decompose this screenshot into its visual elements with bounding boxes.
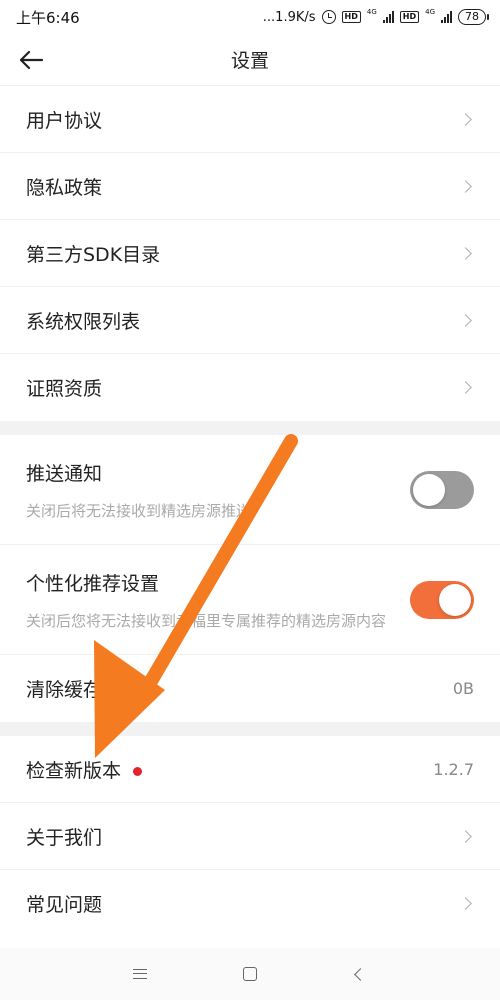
battery-icon: 78 — [458, 9, 489, 25]
chevron-right-icon — [459, 897, 472, 910]
row-privacy-policy[interactable]: 隐私政策 — [0, 153, 500, 220]
net-type: 4G — [366, 8, 377, 16]
new-version-dot — [133, 766, 143, 776]
chevron-right-icon — [459, 246, 472, 260]
row-text: 推送通知 关闭后将无法接收到精选房源推送 — [26, 459, 251, 521]
row-push-notifications: 推送通知 关闭后将无法接收到精选房源推送 — [0, 435, 500, 545]
section-divider — [0, 722, 500, 736]
row-faq[interactable]: 常见问题 — [0, 870, 500, 937]
chevron-right-icon — [459, 381, 472, 394]
hd-badge: HD — [341, 11, 361, 23]
check-update-label: 检查新版本 — [26, 759, 122, 782]
row-text: 个性化推荐设置 关闭后您将无法接收到幸福里专属推荐的精选房源内容 — [26, 569, 386, 631]
row-system-permissions[interactable]: 系统权限列表 — [0, 287, 500, 354]
status-icons: ...1.9K/s HD 4G HD 4G 78 — [262, 8, 489, 25]
section-divider — [0, 421, 500, 435]
row-label: 第三方SDK目录 — [26, 243, 161, 266]
signal-icon — [382, 11, 394, 23]
push-toggle[interactable] — [410, 470, 474, 509]
row-label: 关于我们 — [26, 826, 103, 849]
alarm-icon — [321, 10, 336, 24]
chevron-right-icon — [459, 179, 472, 193]
hd-badge-2: HD — [399, 11, 420, 23]
row-label: 常见问题 — [26, 894, 103, 916]
settings-group-legal: 用户协议 隐私政策 第三方SDK目录 系统权限列表 证照资质 — [0, 86, 500, 421]
row-user-agreement[interactable]: 用户协议 — [0, 86, 500, 153]
menu-key[interactable] — [125, 959, 155, 989]
network-speed: ...1.9K/s — [262, 9, 316, 25]
cache-size: 0B — [452, 679, 474, 698]
row-label: 清除缓存 — [26, 679, 103, 701]
signal-icon-2 — [441, 11, 452, 23]
row-clear-cache[interactable]: 清除缓存 0B — [0, 655, 500, 722]
back-icon — [353, 967, 367, 981]
system-nav-bar — [0, 948, 500, 1000]
row-description: 关闭后您将无法接收到幸福里专属推荐的精选房源内容 — [26, 611, 387, 630]
chevron-right-icon — [459, 313, 472, 327]
home-icon — [243, 967, 257, 981]
back-button[interactable] — [16, 46, 46, 74]
chevron-right-icon — [459, 829, 472, 843]
menu-icon — [133, 969, 147, 979]
row-label: 证照资质 — [26, 378, 103, 400]
row-personalized-recommendation: 个性化推荐设置 关闭后您将无法接收到幸福里专属推荐的精选房源内容 — [0, 545, 500, 655]
version-number: 1.2.7 — [433, 759, 474, 779]
row-third-party-sdk[interactable]: 第三方SDK目录 — [0, 220, 500, 287]
row-label: 隐私政策 — [26, 176, 103, 199]
row-about-us[interactable]: 关于我们 — [0, 803, 500, 870]
home-key[interactable] — [235, 959, 265, 989]
toggle-knob — [413, 473, 445, 506]
personalize-toggle[interactable] — [410, 580, 474, 619]
row-label: 系统权限列表 — [26, 310, 141, 333]
row-check-update[interactable]: 检查新版本 1.2.7 — [0, 736, 500, 803]
nav-bar: 设置 — [0, 34, 500, 86]
page-title: 设置 — [230, 50, 269, 72]
row-label: 推送通知 — [26, 462, 103, 485]
row-label: 个性化推荐设置 — [26, 572, 160, 595]
status-bar: 上午6:46 ...1.9K/s HD 4G HD 4G 78 — [0, 0, 500, 34]
chevron-right-icon — [459, 112, 472, 126]
row-licenses[interactable]: 证照资质 — [0, 354, 500, 421]
row-label: 用户协议 — [26, 109, 103, 132]
toggle-knob — [439, 583, 471, 616]
row-description: 关闭后将无法接收到精选房源推送 — [26, 501, 252, 520]
settings-group-about: 检查新版本 1.2.7 关于我们 常见问题 — [0, 736, 500, 937]
back-arrow-icon — [19, 50, 44, 70]
settings-group-preferences: 推送通知 关闭后将无法接收到精选房源推送 个性化推荐设置 关闭后您将无法接收到幸… — [0, 435, 500, 722]
status-time: 上午6:46 — [16, 8, 80, 27]
row-label: 检查新版本 — [26, 756, 143, 783]
net-type-2: 4G — [425, 8, 435, 16]
back-key[interactable] — [345, 959, 375, 989]
